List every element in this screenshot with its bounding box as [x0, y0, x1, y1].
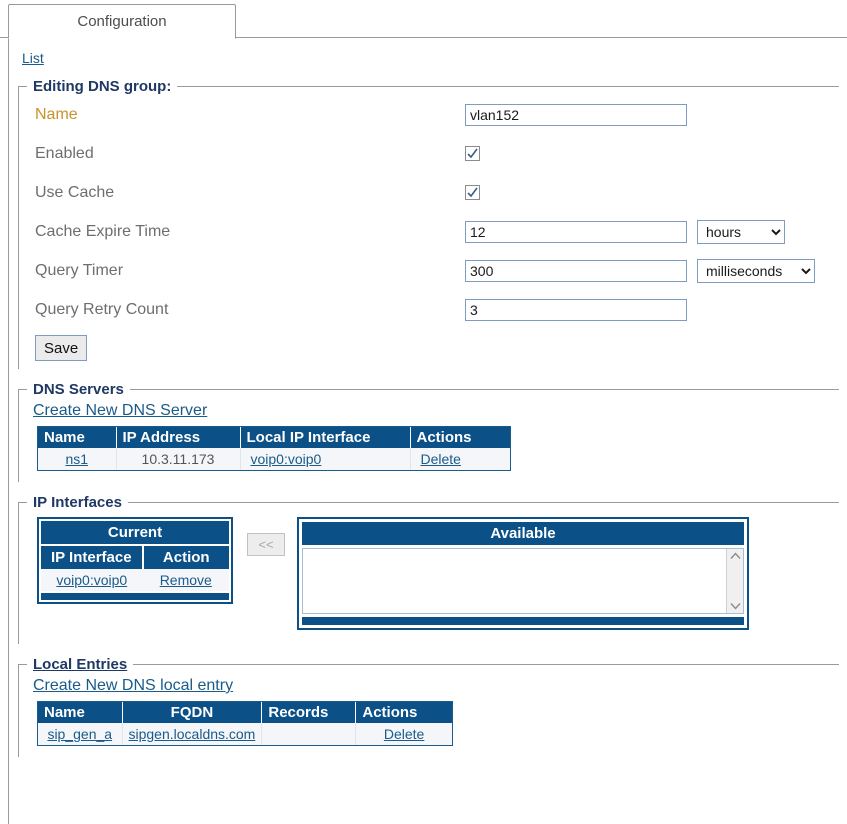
col-action: Action [142, 546, 229, 569]
local-entries-table: Name FQDN Records Actions sip_gen_a sipg… [38, 702, 452, 745]
use-cache-checkbox[interactable] [465, 185, 480, 200]
col-name: Name [38, 427, 117, 448]
field-row-cache-expire-time: Cache Expire Time hours [19, 212, 839, 251]
label-use-cache: Use Cache [35, 183, 115, 201]
delete-dns-server-link[interactable]: Delete [421, 451, 461, 467]
tab-configuration[interactable]: Configuration [8, 4, 236, 39]
name-input[interactable] [465, 103, 687, 126]
cell-actions: Delete [410, 448, 510, 470]
dns-servers-legend: DNS Servers [33, 381, 124, 398]
current-panel-title: Current [41, 521, 229, 544]
cell-ip-interface: voip0:voip0 [41, 569, 143, 591]
editing-dns-group-legend: Editing DNS group: [33, 78, 172, 95]
field-row-name: Name [19, 95, 839, 134]
label-cache-expire-time: Cache Expire Time [35, 222, 171, 240]
available-ip-interfaces-panel: Available [297, 517, 749, 630]
field-row-use-cache: Use Cache [19, 173, 839, 212]
delete-local-entry-link[interactable]: Delete [384, 726, 424, 742]
field-row-enabled: Enabled [19, 134, 839, 173]
local-entry-name-link[interactable]: sip_gen_a [47, 726, 112, 742]
col-fqdn: FQDN [122, 702, 263, 723]
local-ip-interface-link[interactable]: voip0:voip0 [251, 451, 322, 467]
query-timer-unit-select[interactable]: milliseconds [697, 258, 815, 283]
dns-servers-table: Name IP Address Local IP Interface Actio… [38, 427, 510, 470]
cache-expire-time-unit-select[interactable]: hours [697, 219, 785, 244]
table-row: ns1 10.3.11.173 voip0:voip0 Delete [38, 448, 510, 470]
cell-action: Remove [142, 569, 229, 591]
dns-servers-create-row: Create New DNS Server [19, 398, 839, 426]
save-button[interactable]: Save [35, 335, 88, 361]
cell-ip-address: 10.3.11.173 [116, 448, 241, 470]
cell-fqdn: sipgen.localdns.com [122, 723, 263, 745]
current-panel-footer-bar [41, 593, 229, 600]
ip-interfaces-legend: IP Interfaces [33, 494, 122, 511]
current-ip-interfaces-table: IP Interface Action voip0:voip0 Remove [41, 546, 229, 591]
breadcrumb: List [0, 38, 847, 66]
dns-server-name-link[interactable]: ns1 [65, 451, 88, 467]
dns-servers-section: DNS Servers Create New DNS Server Name I… [18, 381, 839, 482]
table-header-row: Name FQDN Records Actions [38, 702, 452, 723]
cell-name: sip_gen_a [38, 723, 123, 745]
chevron-up-icon[interactable] [729, 552, 741, 560]
query-timer-input[interactable] [465, 259, 687, 282]
col-actions: Actions [355, 702, 452, 723]
table-row: voip0:voip0 Remove [41, 569, 229, 591]
cache-expire-time-input[interactable] [465, 220, 687, 243]
current-ip-interface-link[interactable]: voip0:voip0 [56, 572, 127, 588]
field-row-query-timer: Query Timer milliseconds [19, 251, 839, 290]
local-entries-section: Local Entries Create New DNS local entry… [18, 656, 839, 757]
label-query-timer: Query Timer [35, 261, 124, 279]
cell-records [261, 723, 357, 745]
query-retry-count-input[interactable] [465, 298, 687, 321]
breadcrumb-list-link[interactable]: List [22, 50, 44, 66]
col-ip-address: IP Address [116, 427, 241, 448]
available-listbox-scrollbar[interactable] [726, 549, 743, 613]
cell-local-ip-interface: voip0:voip0 [240, 448, 411, 470]
field-row-query-retry-count: Query Retry Count [19, 290, 839, 329]
available-panel-footer-bar [302, 617, 744, 625]
current-ip-interfaces-panel: Current IP Interface Action voip0:voip0 [37, 517, 233, 604]
label-name: Name [35, 105, 78, 123]
label-query-retry-count: Query Retry Count [35, 300, 169, 318]
col-records: Records [261, 702, 357, 723]
page-body: List Editing DNS group: Name Enabled Use… [0, 38, 847, 824]
chevron-down-icon[interactable] [729, 602, 741, 610]
cell-actions: Delete [355, 723, 452, 745]
col-ip-interface: IP Interface [41, 546, 144, 569]
dns-servers-table-wrapper: Name IP Address Local IP Interface Actio… [37, 426, 511, 471]
table-header-row: IP Interface Action [41, 546, 229, 569]
create-new-dns-server-link[interactable]: Create New DNS Server [33, 402, 207, 419]
tab-bar: Configuration [0, 0, 847, 39]
table-header-row: Name IP Address Local IP Interface Actio… [38, 427, 510, 448]
remove-ip-interface-link[interactable]: Remove [160, 572, 212, 588]
move-left-button[interactable]: << [247, 533, 285, 556]
create-new-dns-local-entry-link[interactable]: Create New DNS local entry [33, 677, 233, 694]
editing-dns-group-section: Editing DNS group: Name Enabled Use Cach… [18, 78, 839, 369]
ip-interfaces-section: IP Interfaces Current IP Interface Actio… [18, 494, 839, 644]
tab-configuration-label: Configuration [77, 13, 167, 30]
local-entries-legend: Local Entries [33, 656, 128, 673]
enabled-checkbox[interactable] [465, 146, 480, 161]
col-name: Name [38, 702, 123, 723]
check-icon [467, 148, 478, 159]
available-ip-interfaces-listbox[interactable] [302, 548, 744, 614]
table-row: sip_gen_a sipgen.localdns.com Delete [38, 723, 452, 745]
col-actions: Actions [410, 427, 510, 448]
local-entries-create-row: Create New DNS local entry [19, 673, 839, 701]
local-entry-fqdn-link[interactable]: sipgen.localdns.com [129, 726, 256, 742]
available-panel-title: Available [302, 522, 744, 545]
cell-name: ns1 [38, 448, 117, 470]
check-icon [467, 187, 478, 198]
col-local-ip-interface: Local IP Interface [240, 427, 411, 448]
local-entries-table-wrapper: Name FQDN Records Actions sip_gen_a sipg… [37, 701, 453, 746]
label-enabled: Enabled [35, 144, 94, 162]
ip-interfaces-dual-list: Current IP Interface Action voip0:voip0 [19, 511, 839, 638]
